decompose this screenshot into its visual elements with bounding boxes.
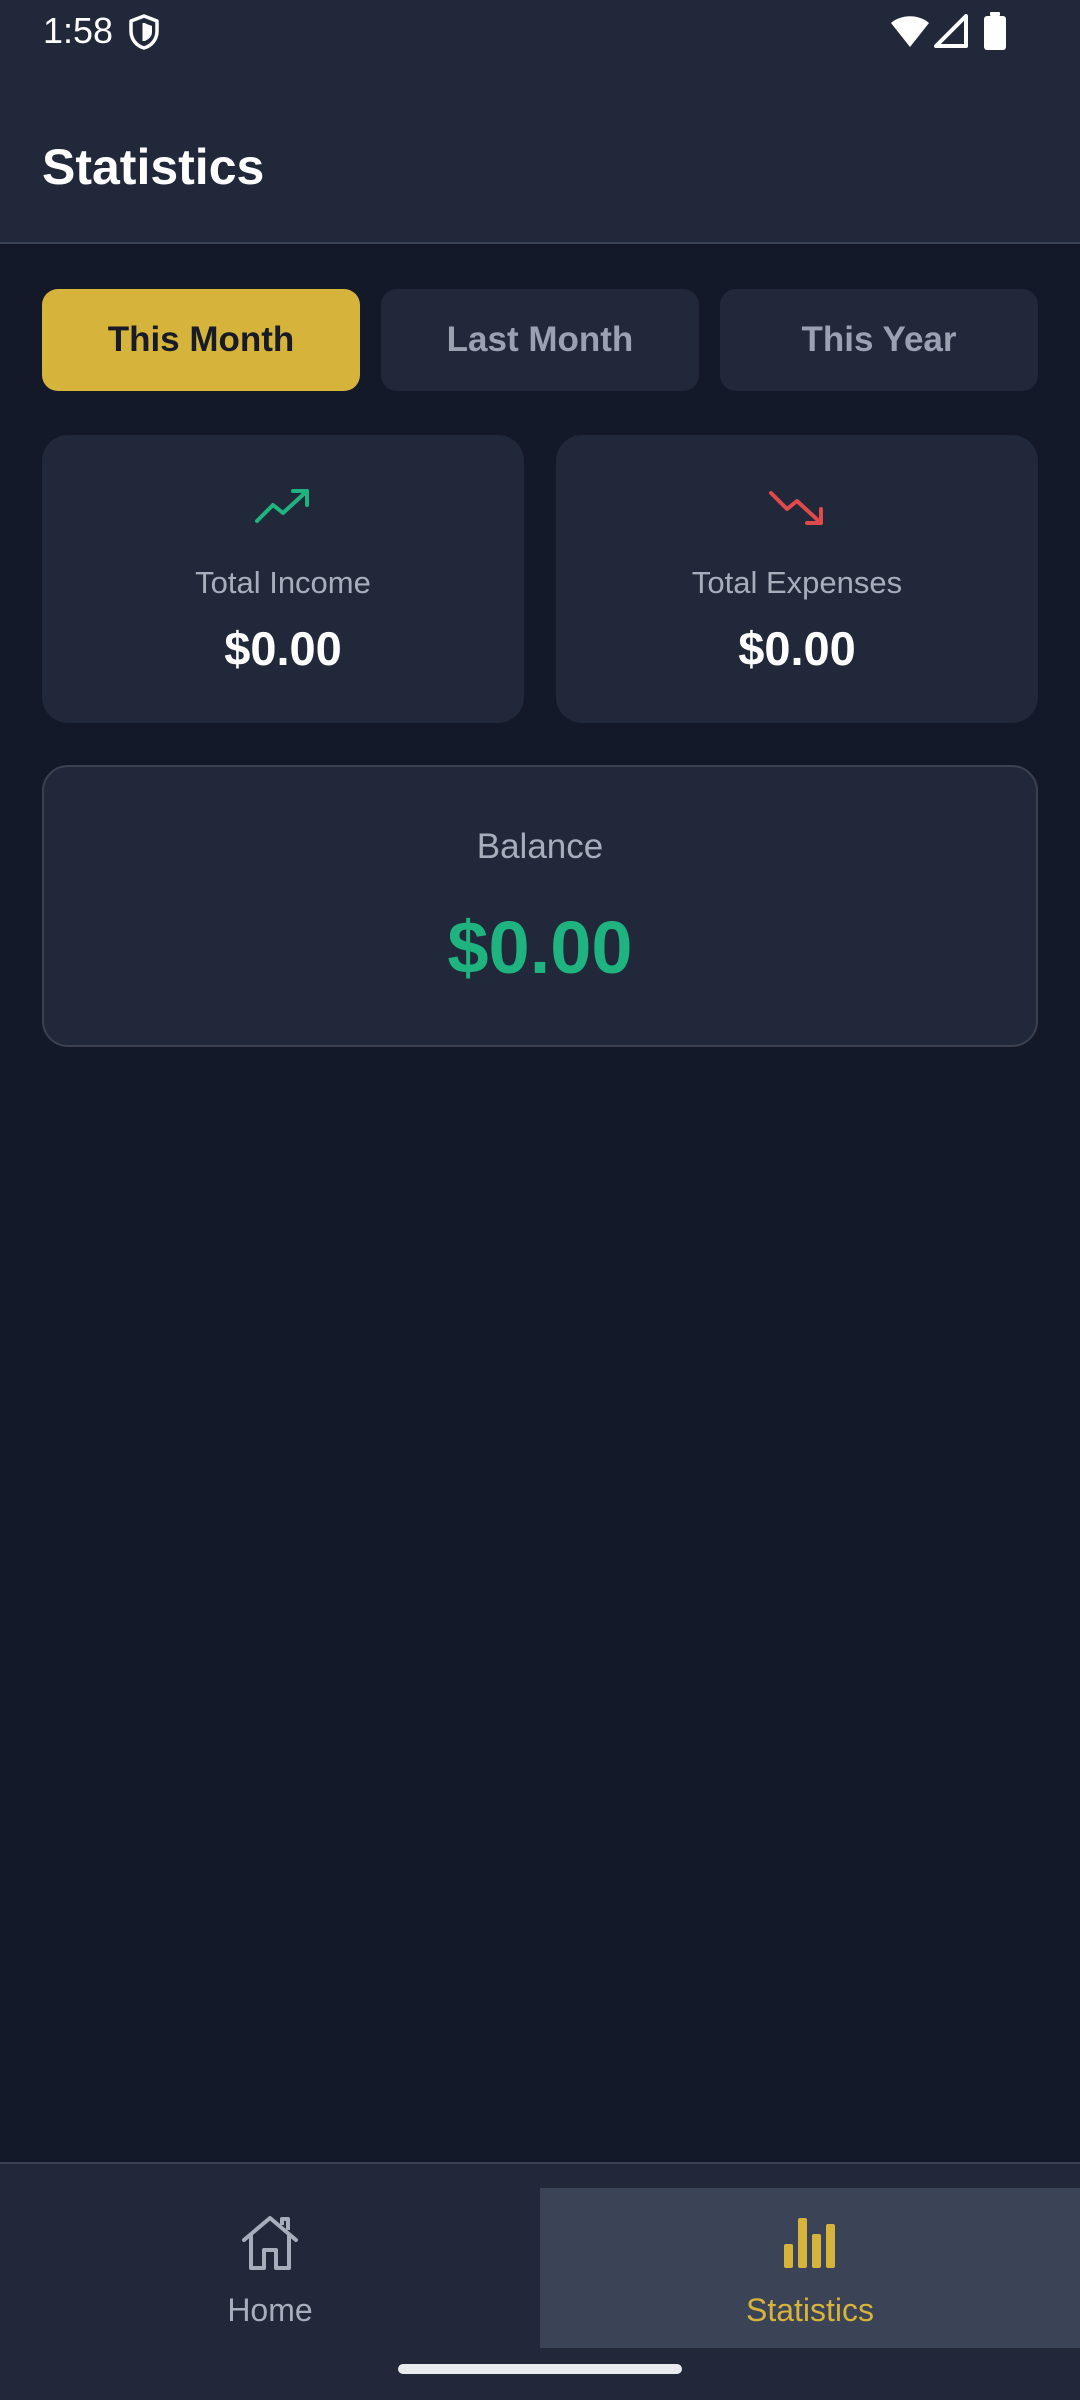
shield-icon — [129, 14, 159, 50]
signal-icon — [934, 14, 968, 48]
filter-last-month-button[interactable]: Last Month — [381, 289, 699, 391]
status-time: 1:58 — [43, 10, 114, 51]
total-income-label: Total Income — [195, 565, 371, 600]
bar-chart-icon — [784, 2218, 835, 2268]
filter-this-month-button[interactable]: This Month — [42, 289, 360, 391]
trending-down-icon — [769, 491, 823, 525]
nav-home[interactable]: Home — [0, 2188, 540, 2348]
balance-amount: $0.00 — [447, 906, 633, 989]
nav-statistics[interactable]: Statistics — [540, 2188, 1080, 2348]
total-expenses-amount: $0.00 — [738, 622, 856, 675]
status-bar: 1:58 — [0, 0, 1080, 62]
wifi-icon — [891, 16, 929, 47]
nav-home-label: Home — [227, 2292, 313, 2328]
app-header: 1:58 Statistics — [0, 0, 1080, 244]
battery-icon — [984, 12, 1006, 50]
total-expenses-label: Total Expenses — [691, 565, 903, 600]
trending-up-icon — [255, 489, 309, 523]
home-icon — [242, 2216, 298, 2270]
gesture-handle[interactable] — [398, 2364, 682, 2374]
bottom-navigation: Home Statistics — [0, 2162, 1080, 2400]
statistics-screen: 1:58 Statistics This Month Last Month Th… — [0, 0, 1080, 2400]
balance-label: Balance — [476, 827, 604, 866]
total-income-card: Total Income $0.00 — [42, 435, 524, 723]
total-expenses-card: Total Expenses $0.00 — [556, 435, 1038, 723]
balance-card: Balance $0.00 — [42, 765, 1038, 1047]
page-title: Statistics — [42, 139, 265, 195]
filter-this-year-button[interactable]: This Year — [720, 289, 1038, 391]
total-income-amount: $0.00 — [224, 622, 342, 675]
nav-statistics-label: Statistics — [745, 2292, 875, 2328]
